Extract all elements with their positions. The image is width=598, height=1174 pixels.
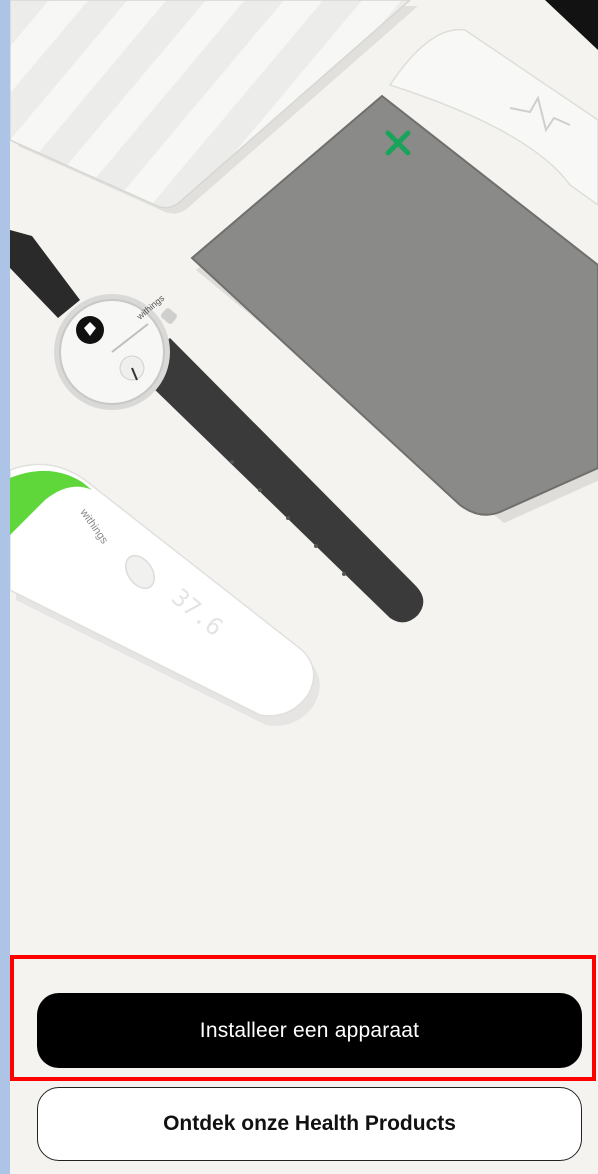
dark-device-corner [545, 0, 598, 50]
discover-health-products-button[interactable]: Ontdek onze Health Products [37, 1087, 582, 1161]
hero-product-image: withings withings 37.6 [10, 0, 598, 930]
withings-devices-illustration: withings withings 37.6 [10, 0, 598, 726]
left-edge-strip [0, 0, 10, 1174]
install-device-button[interactable]: Installeer een apparaat [37, 993, 582, 1068]
